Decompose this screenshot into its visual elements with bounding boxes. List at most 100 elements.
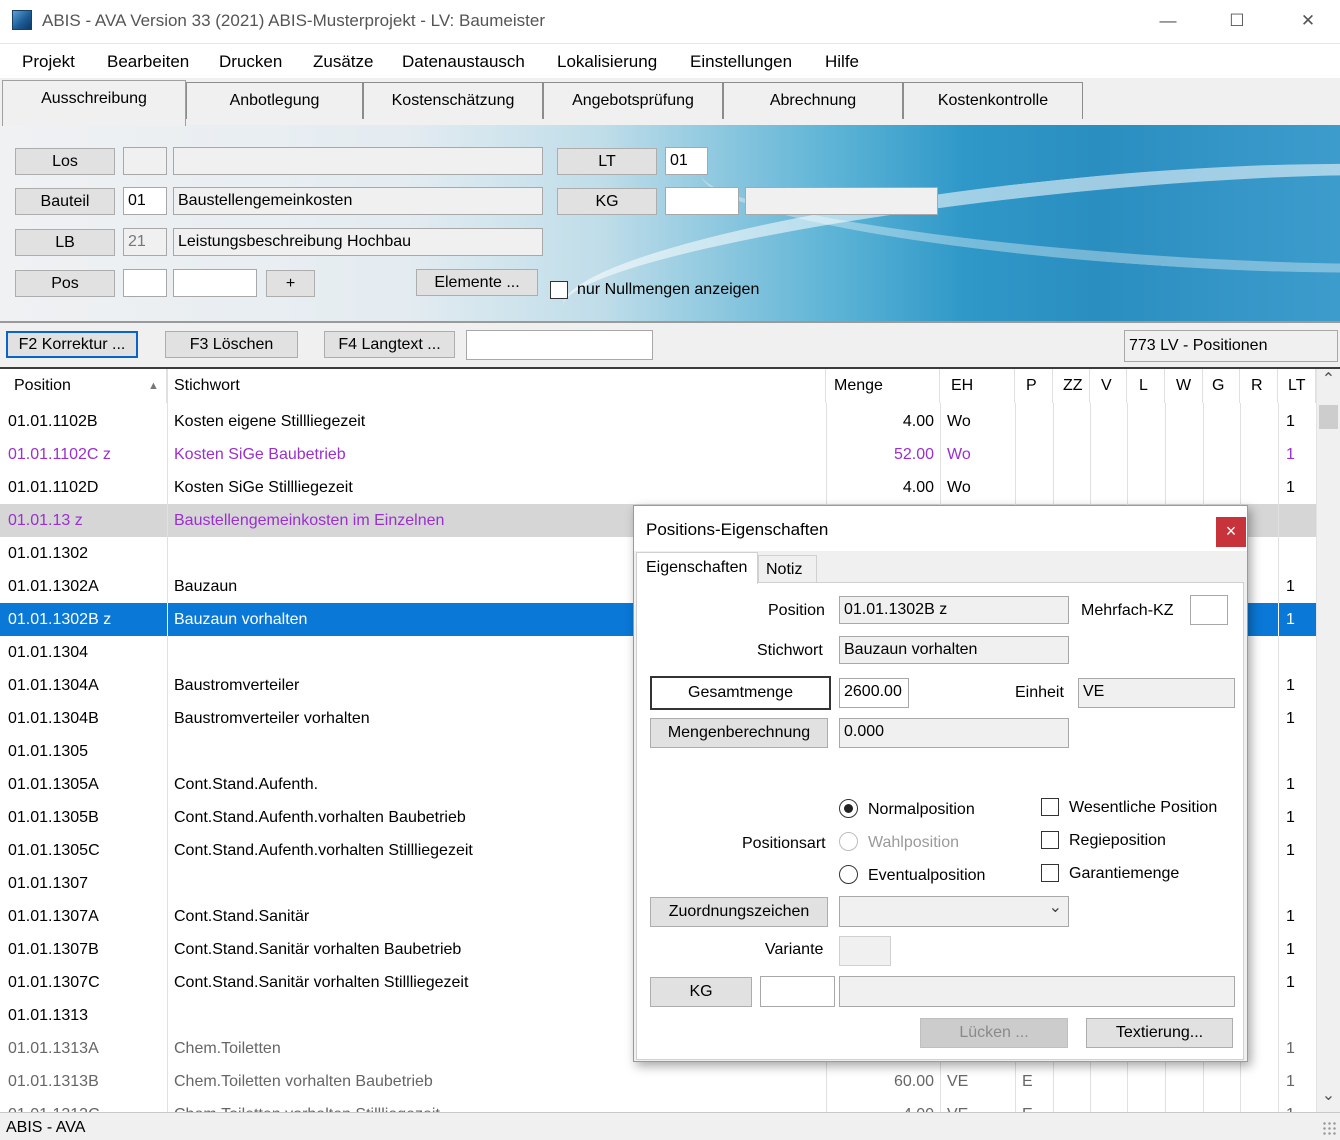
cell-divider — [167, 900, 168, 933]
scroll-thumb[interactable] — [1319, 405, 1338, 429]
kg-code-field[interactable] — [665, 187, 739, 215]
table-row[interactable]: 01.01.1102B Kosten eigene Stillliegezeit 4… — [0, 405, 1316, 438]
menu-einstellungen[interactable]: Einstellungen — [690, 52, 792, 72]
cell-divider — [167, 405, 168, 438]
textierung-button[interactable]: Textierung... — [1086, 1018, 1233, 1048]
zuordnungszeichen-button[interactable]: Zuordnungszeichen — [650, 897, 828, 927]
bauteil-code-field[interactable]: 01 — [123, 187, 167, 215]
normalposition-radio[interactable] — [839, 799, 858, 818]
menu-datenaustausch[interactable]: Datenaustausch — [402, 52, 525, 72]
tab-angebotspruefung[interactable]: Angebotsprüfung — [543, 82, 723, 119]
eventualposition-radio[interactable] — [839, 865, 858, 884]
minimize-button[interactable]: — — [1145, 6, 1191, 36]
bauteil-button[interactable]: Bauteil — [15, 188, 115, 215]
mehrfach-kz-label: Mehrfach-KZ — [1081, 602, 1174, 619]
cell-p: E — [1022, 1098, 1050, 1112]
tab-abrechnung[interactable]: Abrechnung — [723, 82, 903, 119]
table-row[interactable]: 01.01.1313C Chem.Toiletten vorhalten Stil… — [0, 1098, 1316, 1112]
mehrfach-kz-field[interactable] — [1190, 595, 1228, 625]
cell-stichwort: Kosten SiGe Baubetrieb — [174, 446, 346, 463]
elemente-button[interactable]: Elemente ... — [416, 269, 538, 296]
col-header-menge[interactable]: Menge — [826, 369, 940, 403]
col-header-lt[interactable]: LT — [1278, 369, 1316, 403]
col-header-position[interactable]: Position ▲ — [8, 369, 167, 403]
f4-langtext-button[interactable]: F4 Langtext ... — [324, 331, 455, 358]
menu-hilfe[interactable]: Hilfe — [825, 52, 859, 72]
col-header-p[interactable]: P — [1015, 369, 1053, 403]
window-title: ABIS - AVA Version 33 (2021) ABIS-Muster… — [42, 11, 545, 30]
dialog-close-button[interactable]: × — [1216, 517, 1246, 547]
table-row[interactable]: 01.01.1102D Kosten SiGe Stillliegezeit 4.0… — [0, 471, 1316, 504]
scroll-down-icon[interactable]: ⌄ — [1320, 1085, 1337, 1112]
resize-grip-icon[interactable] — [1322, 1121, 1336, 1135]
cell-divider — [1203, 471, 1204, 504]
col-header-v[interactable]: V — [1090, 369, 1127, 403]
cell-divider — [167, 834, 168, 867]
pos-text-field[interactable] — [173, 269, 257, 297]
col-header-zz[interactable]: ZZ — [1053, 369, 1090, 403]
cell-divider — [167, 1098, 168, 1112]
mengenberechnung-button[interactable]: Mengenberechnung — [650, 718, 828, 748]
tab-kostenschaetzung[interactable]: Kostenschätzung — [363, 82, 543, 119]
f2-korrektur-button[interactable]: F2 Korrektur ... — [6, 331, 138, 358]
col-header-stichwort[interactable]: Stichwort — [167, 369, 826, 403]
cell-divider — [1015, 438, 1016, 471]
f3-loeschen-button[interactable]: F3 Löschen — [165, 331, 298, 358]
pos-button[interactable]: Pos — [15, 270, 115, 297]
menu-zusaetze[interactable]: Zusätze — [313, 52, 373, 72]
los-button[interactable]: Los — [15, 148, 115, 175]
gesamtmenge-field[interactable]: 2600.00 — [839, 678, 909, 708]
wesentliche-position-checkbox[interactable] — [1041, 798, 1059, 816]
cell-divider — [1090, 1065, 1091, 1098]
pos-code-field[interactable] — [123, 269, 167, 297]
tab-kostenkontrolle[interactable]: Kostenkontrolle — [903, 82, 1083, 119]
lb-button[interactable]: LB — [15, 229, 115, 256]
cell-divider — [1278, 867, 1279, 900]
kg-dialog-code-field[interactable] — [760, 976, 835, 1007]
table-row[interactable]: 01.01.1313B Chem.Toiletten vorhalten Baub… — [0, 1065, 1316, 1098]
zuordnungszeichen-dropdown[interactable]: ⌄ — [839, 896, 1069, 927]
col-header-w[interactable]: W — [1165, 369, 1203, 403]
status-text: ABIS - AVA — [6, 1119, 86, 1136]
maximize-button[interactable]: ☐ — [1214, 6, 1260, 36]
menu-lokalisierung[interactable]: Lokalisierung — [557, 52, 657, 72]
regieposition-checkbox[interactable] — [1041, 831, 1059, 849]
cell-position: 01.01.1102C z — [8, 446, 111, 463]
position-field: 01.01.1302B z — [839, 596, 1069, 624]
menu-bearbeiten[interactable]: Bearbeiten — [107, 52, 189, 72]
menu-drucken[interactable]: Drucken — [219, 52, 282, 72]
menu-projekt[interactable]: Projekt — [22, 52, 75, 72]
grid-scrollbar[interactable]: ⌃ ⌄ — [1316, 369, 1340, 1112]
pos-plus-button[interactable]: + — [266, 270, 315, 297]
cell-position: 01.01.1302 — [8, 545, 89, 562]
cell-divider — [1127, 1098, 1128, 1112]
lb-code-field[interactable]: 21 — [123, 228, 167, 256]
quick-search-input[interactable] — [466, 330, 653, 360]
kg-button[interactable]: KG — [557, 188, 657, 215]
tab-anbotlegung[interactable]: Anbotlegung — [186, 82, 363, 119]
cell-divider — [1053, 1098, 1054, 1112]
garantiemenge-checkbox[interactable] — [1041, 864, 1059, 882]
lt-field[interactable]: 01 — [665, 147, 708, 175]
col-header-eh[interactable]: EH — [940, 369, 1015, 403]
cell-stichwort: Kosten eigene Stillliegezeit — [174, 413, 366, 430]
nullmengen-checkbox[interactable] — [550, 281, 568, 299]
cell-menge: 60.00 — [893, 1073, 934, 1090]
cell-divider — [1240, 405, 1241, 438]
gesamtmenge-button[interactable]: Gesamtmenge — [650, 676, 831, 710]
close-window-button[interactable]: ✕ — [1285, 6, 1331, 36]
kg-dialog-button[interactable]: KG — [650, 977, 752, 1007]
cell-eh: VE — [947, 1098, 1007, 1112]
cell-lt: 1 — [1286, 413, 1295, 430]
scroll-up-icon[interactable]: ⌃ — [1320, 369, 1337, 397]
table-row[interactable]: 01.01.1102C z Kosten SiGe Baubetrieb 52.00… — [0, 438, 1316, 471]
col-header-l[interactable]: L — [1127, 369, 1165, 403]
dialog-tab-notiz[interactable]: Notiz — [758, 555, 817, 584]
tab-ausschreibung[interactable]: Ausschreibung — [2, 80, 186, 126]
lt-button[interactable]: LT — [557, 148, 657, 175]
col-header-g[interactable]: G — [1203, 369, 1240, 403]
los-code-field[interactable] — [123, 147, 167, 175]
dialog-tab-eigenschaften[interactable]: Eigenschaften — [636, 552, 758, 584]
col-header-r[interactable]: R — [1240, 369, 1278, 403]
cell-divider — [1053, 438, 1054, 471]
